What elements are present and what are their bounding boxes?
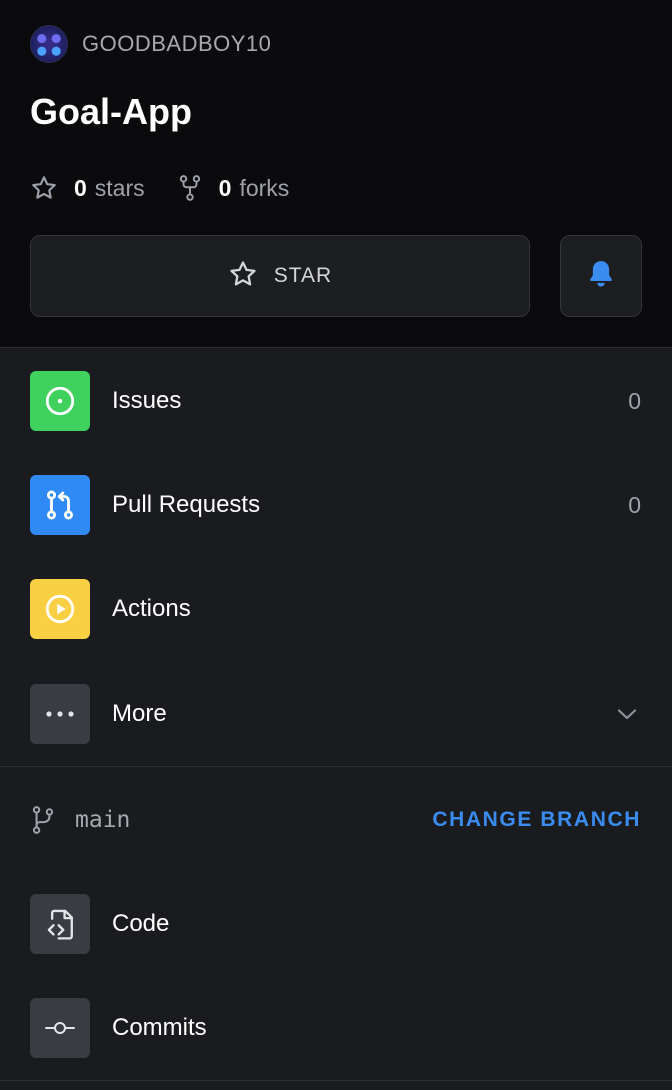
forks-count: 0 — [218, 174, 232, 201]
menu-item-label: Actions — [112, 595, 191, 622]
header-divider — [0, 347, 672, 348]
menu-item-label: Commits — [112, 1014, 207, 1041]
branch-name: main — [75, 807, 131, 833]
menu-item-issues[interactable]: Issues 0 — [0, 355, 672, 447]
repo-stats: 0 stars 0 forks — [30, 170, 289, 206]
branch-row: main CHANGE BRANCH — [0, 790, 672, 850]
bottom-divider — [0, 1080, 672, 1081]
stars-label: stars — [94, 174, 145, 201]
pull-requests-count: 0 — [628, 491, 641, 518]
menu-item-label: More — [112, 700, 167, 727]
menu-item-pull-requests[interactable]: Pull Requests 0 — [0, 459, 672, 551]
menu-divider — [0, 766, 672, 767]
menu-item-code[interactable]: Code — [0, 878, 672, 970]
bell-icon — [586, 258, 616, 295]
owner-row[interactable]: GOODBADBOY10 — [30, 25, 271, 63]
chevron-down-icon[interactable] — [616, 707, 638, 721]
menu-item-label: Issues — [112, 387, 182, 414]
issue-opened-icon — [30, 371, 90, 431]
menu-item-label: Code — [112, 910, 170, 937]
stars-stat[interactable]: 0 stars — [30, 174, 145, 202]
forks-stat[interactable]: 0 forks — [177, 174, 290, 202]
git-branch-icon — [30, 805, 56, 835]
git-pull-request-icon — [30, 475, 90, 535]
star-button[interactable]: STAR — [30, 235, 530, 317]
avatar[interactable] — [30, 25, 68, 63]
star-outline-icon — [30, 174, 58, 202]
star-button-label: STAR — [273, 264, 333, 287]
star-outline-icon — [228, 259, 258, 294]
owner-name[interactable]: GOODBADBOY10 — [82, 31, 271, 57]
repo-forked-icon — [177, 174, 203, 202]
watch-button[interactable] — [560, 235, 642, 317]
menu-item-commits[interactable]: Commits — [0, 982, 672, 1074]
repo-header: GOODBADBOY10 Goal-App 0 stars 0 forks ST… — [0, 0, 672, 347]
change-branch-button[interactable]: CHANGE BRANCH — [432, 808, 641, 832]
kebab-horizontal-icon — [30, 684, 90, 744]
git-commit-icon — [30, 998, 90, 1058]
play-icon — [30, 579, 90, 639]
issues-count: 0 — [628, 387, 641, 414]
stars-count: 0 — [74, 174, 87, 201]
forks-label: forks — [239, 174, 290, 201]
menu-item-actions[interactable]: Actions — [0, 563, 672, 655]
repo-title: Goal-App — [30, 91, 192, 132]
menu-item-label: Pull Requests — [112, 491, 261, 518]
file-code-icon — [30, 894, 90, 954]
menu-item-more[interactable]: More — [0, 668, 672, 760]
